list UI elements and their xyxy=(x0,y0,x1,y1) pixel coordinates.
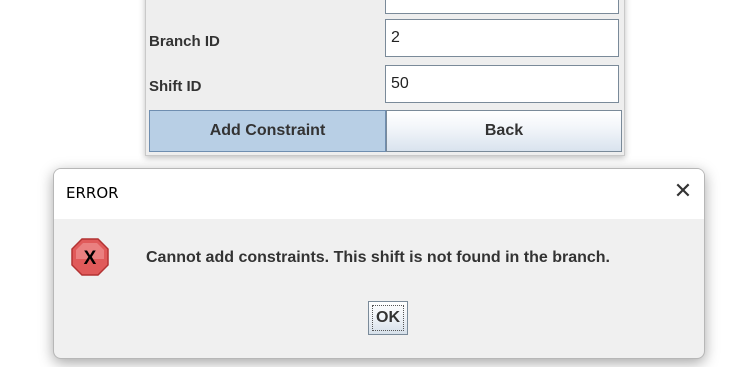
close-button[interactable]: ✕ xyxy=(668,177,698,207)
add-constraint-button[interactable]: Add Constraint xyxy=(149,110,386,152)
error-x-icon: X xyxy=(71,238,109,276)
dialog-titlebar[interactable]: ERROR ✕ xyxy=(54,169,704,219)
dialog-title: ERROR xyxy=(66,184,119,202)
shift-id-field[interactable]: 50 xyxy=(385,65,619,103)
branch-id-field[interactable]: 2 xyxy=(385,19,619,57)
back-button[interactable]: Back xyxy=(386,110,622,152)
error-message: Cannot add constraints. This shift is no… xyxy=(146,249,610,266)
shift-id-label: Shift ID xyxy=(149,78,202,95)
ok-button[interactable]: OK xyxy=(368,301,408,335)
partial-text-field[interactable] xyxy=(385,0,619,14)
branch-id-label: Branch ID xyxy=(149,33,220,50)
error-dialog: ERROR ✕ X Cannot add constraints. This s… xyxy=(53,168,705,359)
svg-text:X: X xyxy=(84,248,97,269)
constraint-form-window: Branch ID 2 Shift ID 50 Add Constraint B… xyxy=(145,0,625,156)
close-icon: ✕ xyxy=(673,179,693,204)
screen: Branch ID 2 Shift ID 50 Add Constraint B… xyxy=(0,0,732,367)
